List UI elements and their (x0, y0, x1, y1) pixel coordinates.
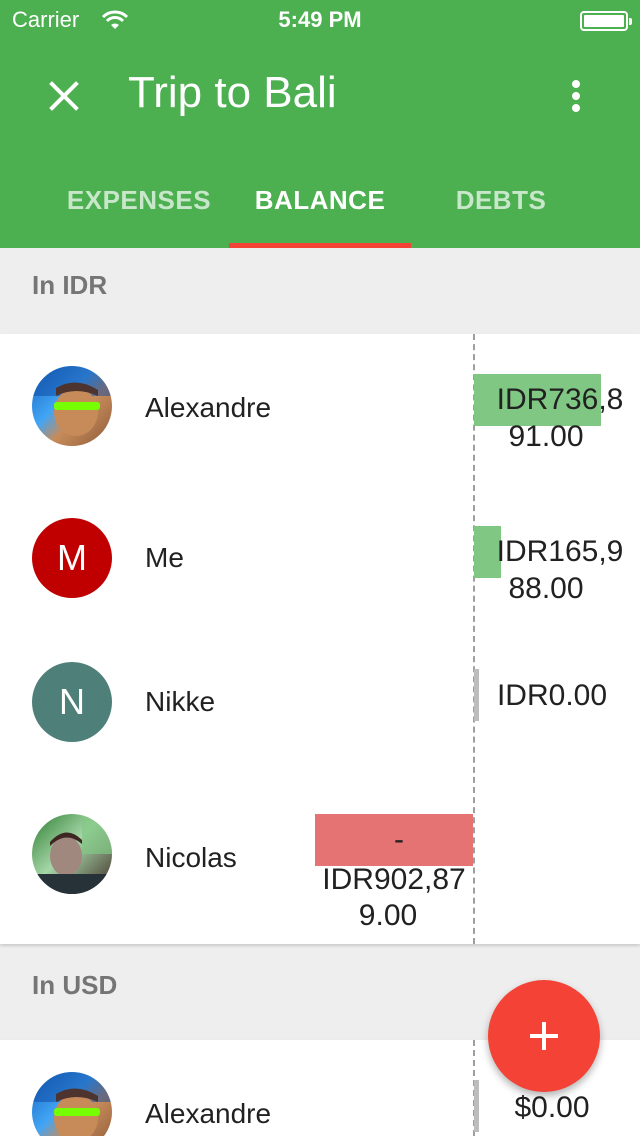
balance-row[interactable]: Nicolas - IDR902,87 9.00 (0, 784, 640, 944)
avatar (32, 1072, 112, 1136)
close-icon[interactable] (40, 72, 88, 120)
person-name: Alexandre (145, 392, 272, 423)
zero-balance-bar (474, 1080, 479, 1132)
app-bar: Carrier 5:49 PM Trip to Bali EXPENSES BA… (0, 0, 640, 248)
balance-amount: IDR0.00 (496, 679, 608, 712)
balance-amount: IDR736,8 (496, 383, 624, 416)
section-header-idr: In IDR (0, 248, 640, 334)
balance-row[interactable]: N Nikke IDR0.00 (0, 634, 640, 784)
balance-row[interactable]: M Me IDR165,9 88.00 (0, 484, 640, 634)
status-bar: Carrier 5:49 PM (0, 0, 640, 40)
tab-debts[interactable]: DEBTS (410, 160, 592, 248)
add-expense-button[interactable] (488, 980, 600, 1092)
avatar (32, 366, 112, 446)
tab-balance[interactable]: BALANCE (229, 160, 411, 248)
tab-expenses[interactable]: EXPENSES (48, 160, 230, 248)
zero-balance-bar (474, 669, 479, 721)
person-name: Me (145, 542, 184, 573)
person-name: Nicolas (145, 842, 237, 873)
balance-amount: IDR902,87 (322, 863, 466, 896)
balance-amount-cont: 9.00 (358, 899, 418, 932)
balance-card-idr: Alexandre IDR736,8 91.00 M Me IDR165,9 8… (0, 334, 640, 944)
status-time: 5:49 PM (278, 7, 362, 32)
avatar: N (32, 662, 112, 742)
balance-amount-sign: - (394, 823, 404, 856)
person-name: Alexandre (145, 1098, 272, 1129)
balance-amount: IDR165,9 (496, 535, 624, 568)
balance-amount-cont: 91.00 (508, 420, 584, 453)
person-name: Nikke (145, 686, 216, 717)
balance-amount-cont: 88.00 (508, 572, 584, 605)
battery-icon (580, 11, 632, 31)
tab-bar: EXPENSES BALANCE DEBTS (0, 160, 640, 248)
balance-row[interactable]: Alexandre IDR736,8 91.00 (0, 334, 640, 484)
avatar: M (32, 518, 112, 598)
plus-icon (530, 1022, 558, 1050)
avatar (32, 814, 112, 894)
more-vert-icon[interactable] (552, 72, 600, 120)
page-title: Trip to Bali (128, 68, 337, 117)
